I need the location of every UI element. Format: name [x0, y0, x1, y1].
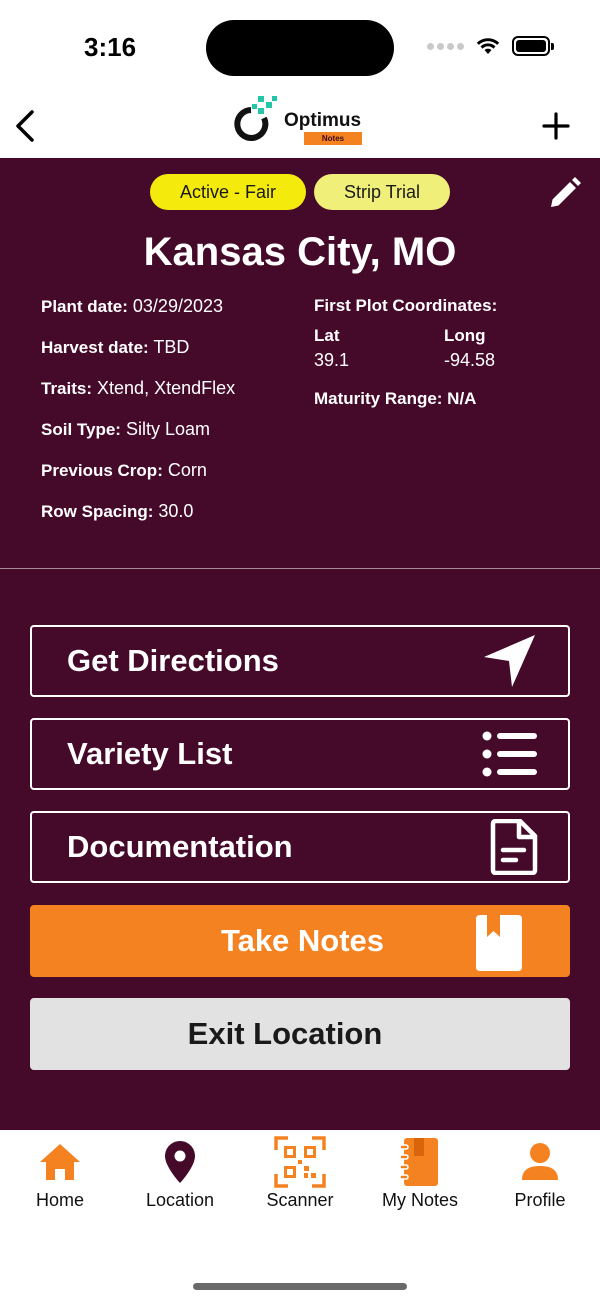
home-indicator[interactable]: [193, 1283, 407, 1290]
status-bar: 3:16: [0, 0, 600, 92]
status-icons: [427, 36, 554, 56]
tab-profile[interactable]: Profile: [480, 1136, 600, 1211]
document-icon: [490, 819, 538, 875]
longitude-value: -94.58: [444, 350, 496, 370]
exit-location-label: Exit Location: [187, 1016, 383, 1051]
add-button[interactable]: [540, 108, 572, 144]
tab-location-label: Location: [145, 1190, 215, 1210]
location-details: Plant date: 03/29/2023 Harvest date: TBD…: [41, 296, 311, 542]
detail-row-spacing: Row Spacing: 30.0: [41, 501, 194, 521]
coordinates-heading: First Plot Coordinates:: [314, 296, 498, 315]
pencil-icon: [551, 177, 581, 207]
profile-icon: [522, 1143, 558, 1180]
latitude: Lat 39.1: [314, 326, 444, 371]
tab-home[interactable]: Home: [0, 1136, 120, 1211]
status-time: 3:16: [84, 32, 137, 62]
status-badges: Active - Fair Strip Trial: [0, 174, 600, 210]
detail-soil-type: Soil Type: Silty Loam: [41, 419, 211, 439]
latitude-label: Lat: [314, 326, 340, 345]
back-button[interactable]: [10, 106, 40, 146]
optimus-logo: Optimus Notes: [228, 94, 378, 150]
logo-name: Optimus: [284, 110, 362, 131]
logo-badge: Notes: [304, 132, 362, 145]
plus-icon: [542, 112, 570, 140]
documentation-label: Documentation: [67, 829, 293, 864]
tab-scanner-label: Scanner: [266, 1190, 334, 1210]
home-icon: [40, 1144, 80, 1180]
take-notes-button[interactable]: Take Notes: [30, 905, 570, 977]
longitude: Long -94.58: [444, 326, 574, 371]
location-title: Kansas City, MO: [143, 230, 457, 274]
cellular-signal-icon: [427, 42, 464, 50]
get-directions-button[interactable]: Get Directions: [30, 625, 570, 697]
battery-icon: [512, 36, 554, 56]
exit-location-button[interactable]: Exit Location: [30, 998, 570, 1070]
tab-profile-label: Profile: [514, 1190, 566, 1210]
variety-list-label: Variety List: [67, 736, 233, 771]
maturity-range: Maturity Range: N/A: [314, 389, 477, 408]
list-icon: [482, 731, 537, 777]
get-directions-label: Get Directions: [67, 643, 279, 678]
detail-plant-date: Plant date: 03/29/2023: [41, 296, 223, 316]
trial-type-badge: Strip Trial: [313, 174, 451, 210]
detail-traits: Traits: Xtend, XtendFlex: [41, 378, 236, 398]
chevron-left-icon: [16, 110, 34, 142]
notebook-icon: [476, 915, 522, 971]
navigation-arrow-icon: [484, 635, 535, 687]
app-header: Optimus Notes: [0, 92, 600, 158]
notebook-icon: [400, 1138, 438, 1186]
plot-coordinates: First Plot Coordinates: Lat 39.1 Long -9…: [314, 296, 574, 409]
latitude-value: 39.1: [314, 350, 350, 370]
tab-my-notes[interactable]: My Notes: [360, 1136, 480, 1211]
tab-location[interactable]: Location: [120, 1136, 240, 1211]
qr-scanner-icon: [274, 1136, 326, 1188]
tab-scanner[interactable]: Scanner: [240, 1136, 360, 1211]
tab-home-label: Home: [35, 1190, 84, 1210]
location-pin-icon: [165, 1141, 195, 1183]
dynamic-island: [206, 20, 394, 76]
detail-harvest-date: Harvest date: TBD: [41, 337, 190, 357]
coordinates-grid: Lat 39.1 Long -94.58: [314, 326, 574, 371]
wifi-icon: [476, 38, 500, 54]
documentation-button[interactable]: Documentation: [30, 811, 570, 883]
location-panel: Active - Fair Strip Trial Kansas City, M…: [0, 158, 600, 1130]
variety-list-button[interactable]: Variety List: [30, 718, 570, 790]
longitude-label: Long: [444, 326, 486, 345]
divider: [0, 568, 600, 569]
bottom-tab-bar: Home Location Scanner My Notes Profile: [0, 1130, 600, 1304]
detail-previous-crop: Previous Crop: Corn: [41, 460, 207, 480]
tab-my-notes-label: My Notes: [381, 1190, 459, 1210]
logo-mark-icon: [234, 96, 277, 141]
take-notes-label: Take Notes: [220, 923, 385, 958]
edit-button[interactable]: [548, 176, 582, 210]
status-badge-active: Active - Fair: [149, 174, 306, 210]
